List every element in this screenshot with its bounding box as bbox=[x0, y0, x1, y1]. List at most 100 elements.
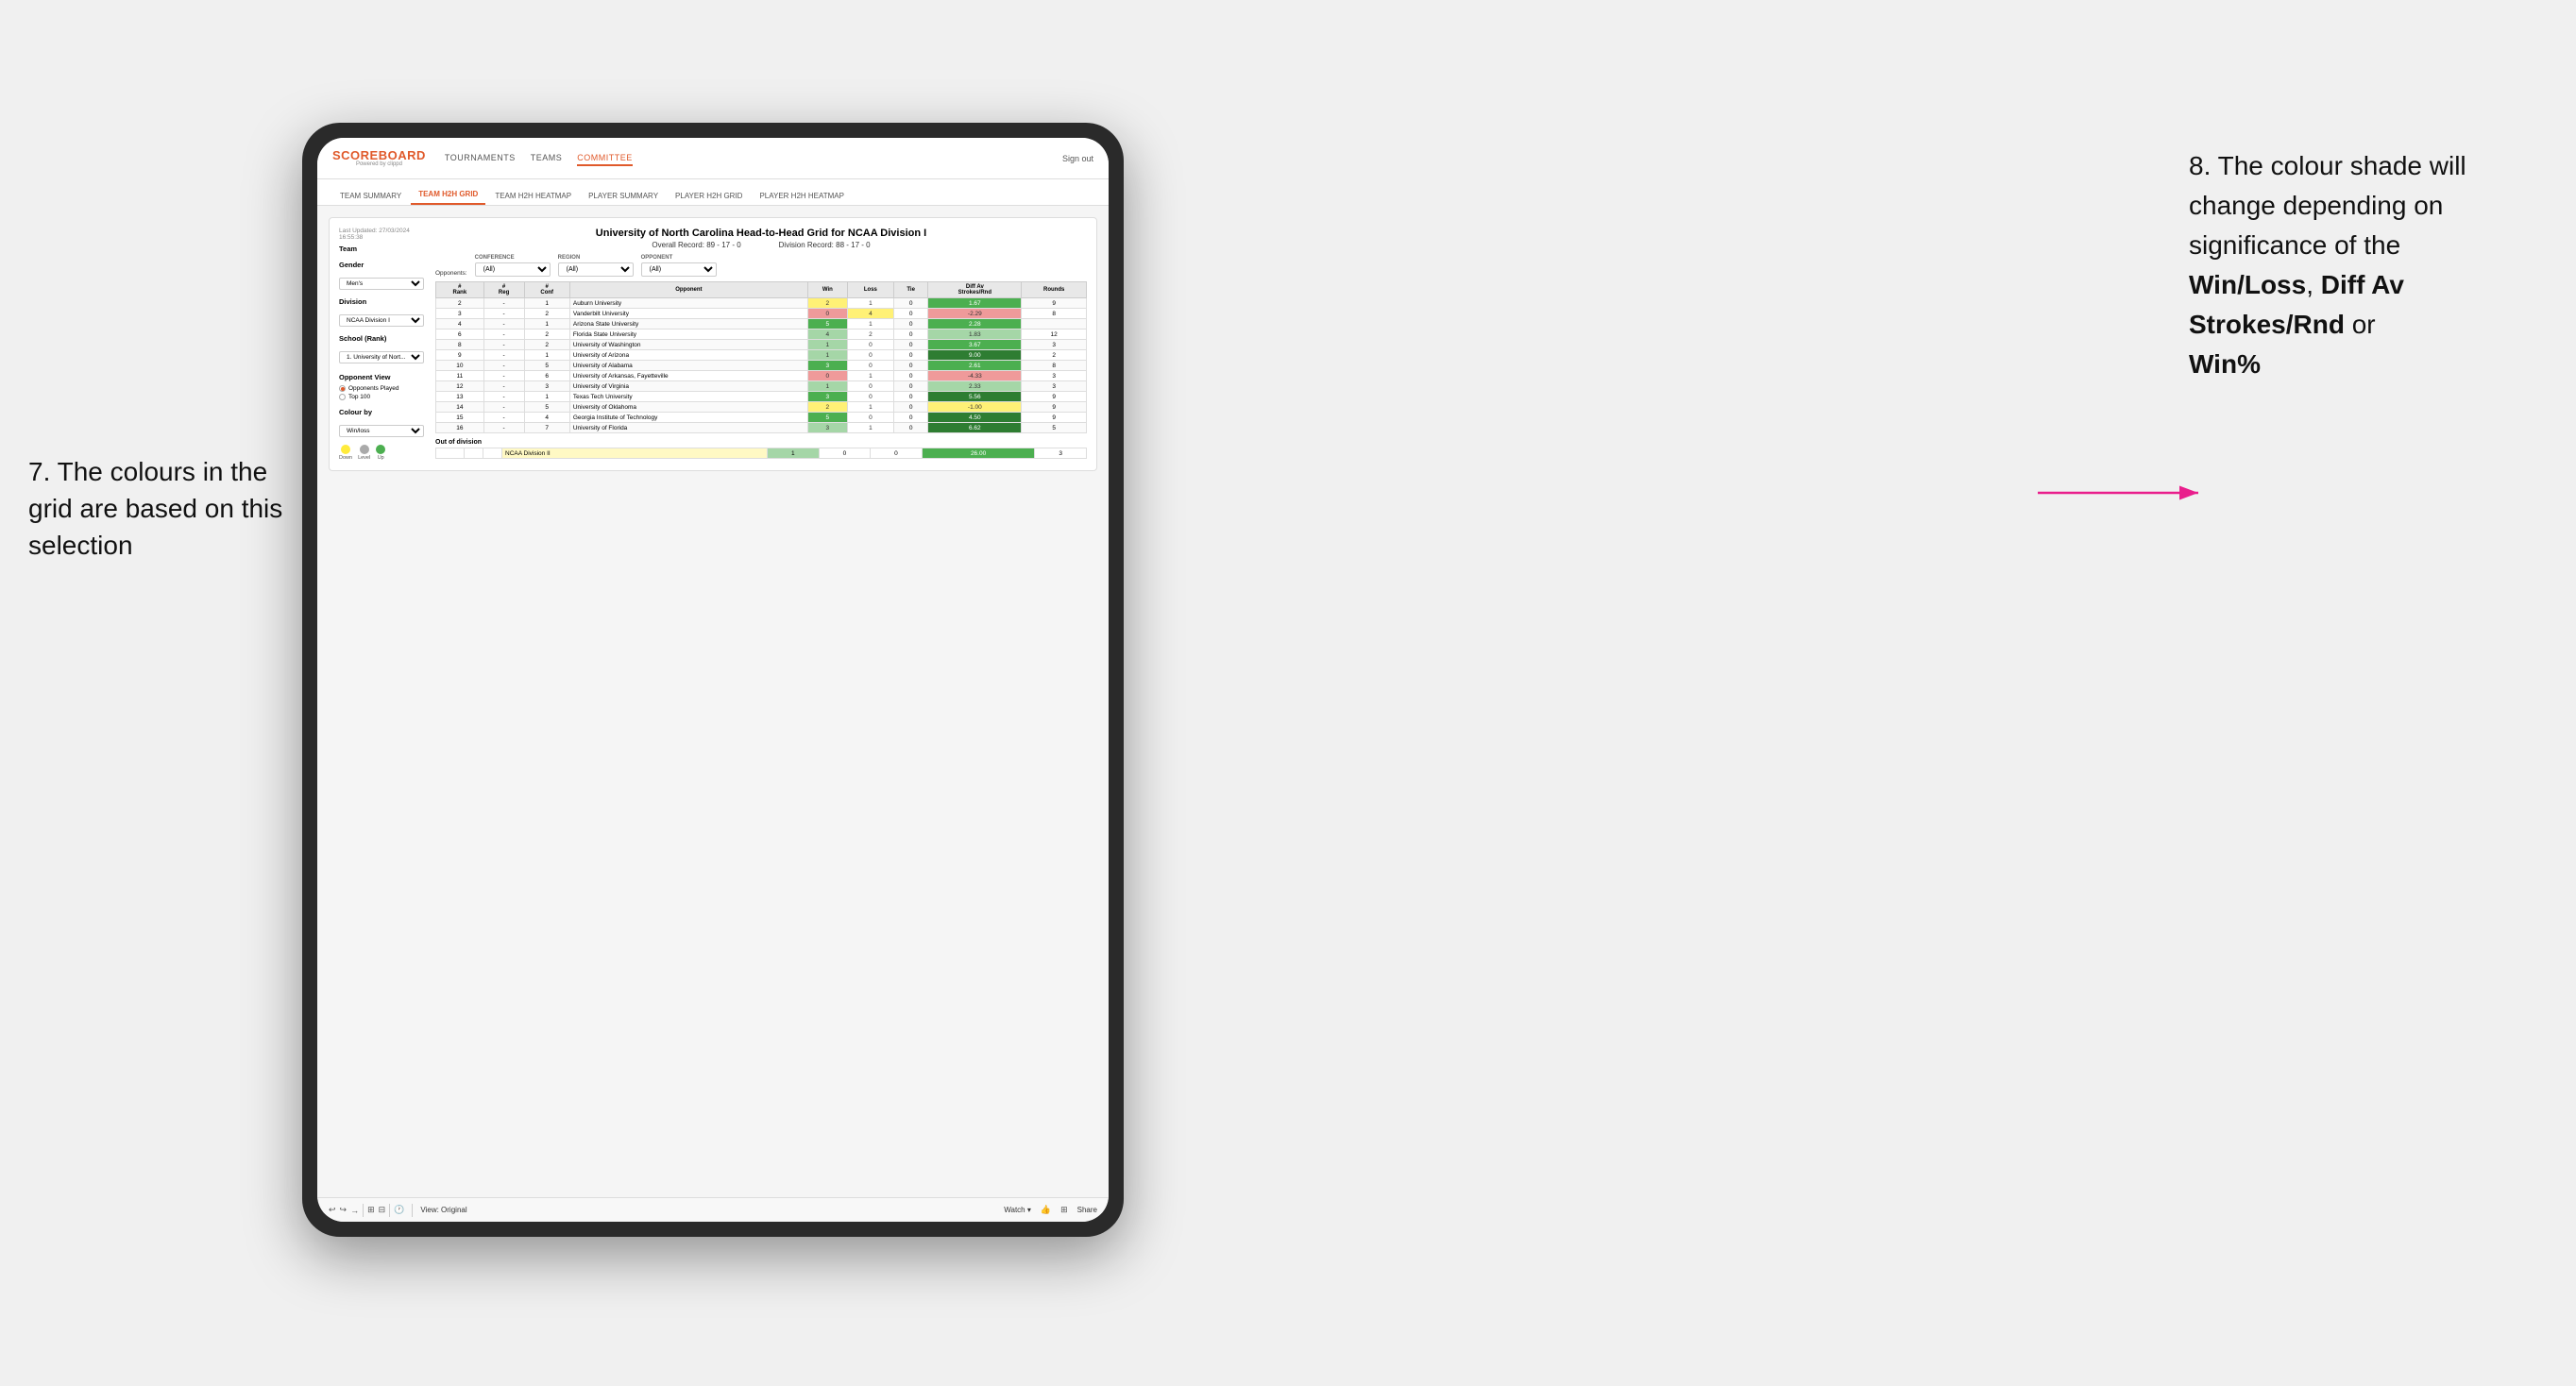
share-btn[interactable]: Share bbox=[1077, 1206, 1097, 1214]
col-conf: #Conf bbox=[524, 282, 569, 298]
cell-7: 6.62 bbox=[928, 423, 1022, 433]
cell-8: 9 bbox=[1022, 402, 1087, 413]
cell-2: 2 bbox=[524, 330, 569, 340]
table-row: 16-7University of Florida3106.625 bbox=[436, 423, 1087, 433]
col-reg: #Reg bbox=[483, 282, 524, 298]
sign-out-link[interactable]: Sign out bbox=[1062, 154, 1093, 163]
cell-8: 8 bbox=[1022, 309, 1087, 319]
cell-0: 9 bbox=[436, 350, 484, 361]
cell-6: 0 bbox=[893, 413, 927, 423]
cell-8: 9 bbox=[1022, 413, 1087, 423]
annotation-left: 7. The colours in the grid are based on … bbox=[28, 453, 293, 565]
cell-2: 5 bbox=[524, 361, 569, 371]
cell-5: 1 bbox=[847, 371, 893, 381]
content-card: Last Updated: 27/03/2024 16:55:38 Team G… bbox=[329, 217, 1097, 471]
main-content: Last Updated: 27/03/2024 16:55:38 Team G… bbox=[317, 206, 1109, 1197]
division-select[interactable]: NCAA Division I bbox=[339, 314, 424, 327]
cell-0: 6 bbox=[436, 330, 484, 340]
colour-by-select[interactable]: Win/loss bbox=[339, 425, 424, 437]
cell-7: 2.33 bbox=[928, 381, 1022, 392]
cell-5: 1 bbox=[847, 402, 893, 413]
cell-8: 8 bbox=[1022, 361, 1087, 371]
cell-0: 13 bbox=[436, 392, 484, 402]
cell-2: 3 bbox=[524, 381, 569, 392]
ipad-frame: SCOREBOARD Powered by clippd TOURNAMENTS… bbox=[302, 123, 1124, 1237]
cell-2: 2 bbox=[524, 340, 569, 350]
format-icon[interactable]: ⊟ bbox=[379, 1205, 386, 1215]
cell-8 bbox=[1022, 319, 1087, 330]
clock-icon[interactable]: 🕐 bbox=[394, 1205, 404, 1215]
watch-btn[interactable]: Watch ▾ bbox=[1004, 1206, 1031, 1214]
region-filter[interactable]: (All) bbox=[558, 262, 634, 277]
cell-2: 1 bbox=[524, 350, 569, 361]
copy-icon[interactable]: ⊞ bbox=[367, 1205, 375, 1215]
cell-5: 0 bbox=[847, 361, 893, 371]
cell-4: 3 bbox=[807, 423, 847, 433]
tab-team-h2h-heatmap[interactable]: TEAM H2H HEATMAP bbox=[487, 187, 579, 205]
tab-team-summary[interactable]: TEAM SUMMARY bbox=[332, 187, 409, 205]
cell-4: 5 bbox=[807, 319, 847, 330]
sidebar-school: School (Rank) 1. University of Nort... bbox=[339, 334, 424, 363]
out-of-division-name: NCAA Division II bbox=[502, 448, 768, 459]
out-of-division-tie: 0 bbox=[871, 448, 923, 459]
table-row: 15-4Georgia Institute of Technology5004.… bbox=[436, 413, 1087, 423]
cell-2: 2 bbox=[524, 309, 569, 319]
cell-4: 2 bbox=[807, 402, 847, 413]
sidebar-gender: Gender Men's bbox=[339, 261, 424, 290]
cell-6: 0 bbox=[893, 319, 927, 330]
legend-up: Up bbox=[376, 445, 385, 461]
cell-5: 1 bbox=[847, 319, 893, 330]
cell-3: University of Arizona bbox=[569, 350, 807, 361]
cell-8: 2 bbox=[1022, 350, 1087, 361]
legend: Down Level Up bbox=[339, 445, 424, 461]
separator1 bbox=[363, 1204, 364, 1217]
cell-3: University of Oklahoma bbox=[569, 402, 807, 413]
cell-5: 2 bbox=[847, 330, 893, 340]
cell-6: 0 bbox=[893, 423, 927, 433]
table-header-row: #Rank #Reg #Conf Opponent Win Loss Tie D… bbox=[436, 282, 1087, 298]
opponent-filter[interactable]: (All) bbox=[641, 262, 717, 277]
cell-2: 4 bbox=[524, 413, 569, 423]
radio-top100[interactable]: Top 100 bbox=[339, 394, 424, 400]
cell-6: 0 bbox=[893, 350, 927, 361]
radio-opponents-played[interactable]: Opponents Played bbox=[339, 385, 424, 392]
cell-7: -2.29 bbox=[928, 309, 1022, 319]
undo-icon[interactable]: ↩ bbox=[329, 1205, 336, 1215]
nav-tournaments[interactable]: TOURNAMENTS bbox=[445, 151, 516, 166]
tab-player-h2h-heatmap[interactable]: PLAYER H2H HEATMAP bbox=[752, 187, 852, 205]
separator3 bbox=[412, 1204, 413, 1217]
sidebar-team: Team bbox=[339, 245, 424, 253]
cell-0: 10 bbox=[436, 361, 484, 371]
report-title: University of North Carolina Head-to-Hea… bbox=[435, 228, 1087, 239]
tab-player-h2h-grid[interactable]: PLAYER H2H GRID bbox=[668, 187, 750, 205]
grid-icon[interactable]: ⊞ bbox=[1060, 1205, 1068, 1215]
table-row: 2-1Auburn University2101.679 bbox=[436, 298, 1087, 309]
nav-committee[interactable]: COMMITTEE bbox=[577, 151, 633, 166]
cell-6: 0 bbox=[893, 371, 927, 381]
col-rank: #Rank bbox=[436, 282, 484, 298]
cell-0: 8 bbox=[436, 340, 484, 350]
cell-4: 0 bbox=[807, 371, 847, 381]
forward-icon[interactable]: → bbox=[350, 1206, 359, 1215]
col-opponent: Opponent bbox=[569, 282, 807, 298]
cell-1: - bbox=[483, 371, 524, 381]
cell-0: 14 bbox=[436, 402, 484, 413]
cell-4: 0 bbox=[807, 309, 847, 319]
conference-filter[interactable]: (All) bbox=[475, 262, 551, 277]
tab-player-summary[interactable]: PLAYER SUMMARY bbox=[581, 187, 666, 205]
tab-team-h2h-grid[interactable]: TEAM H2H GRID bbox=[411, 185, 485, 205]
cell-6: 0 bbox=[893, 392, 927, 402]
nav-teams[interactable]: TEAMS bbox=[531, 151, 563, 166]
table-row: 6-2Florida State University4201.8312 bbox=[436, 330, 1087, 340]
thumbs-icon[interactable]: 👍 bbox=[1041, 1205, 1051, 1215]
cell-7: -1.00 bbox=[928, 402, 1022, 413]
out-of-division-table: NCAA Division II 1 0 0 26.00 3 bbox=[435, 448, 1087, 459]
school-select[interactable]: 1. University of Nort... bbox=[339, 351, 424, 363]
redo-icon[interactable]: ↪ bbox=[340, 1205, 347, 1215]
cell-2: 1 bbox=[524, 319, 569, 330]
view-label: View: Original bbox=[420, 1206, 466, 1214]
gender-select[interactable]: Men's bbox=[339, 278, 424, 290]
cell-3: Texas Tech University bbox=[569, 392, 807, 402]
cell-5: 0 bbox=[847, 392, 893, 402]
out-of-division-row: NCAA Division II 1 0 0 26.00 3 bbox=[436, 448, 1087, 459]
